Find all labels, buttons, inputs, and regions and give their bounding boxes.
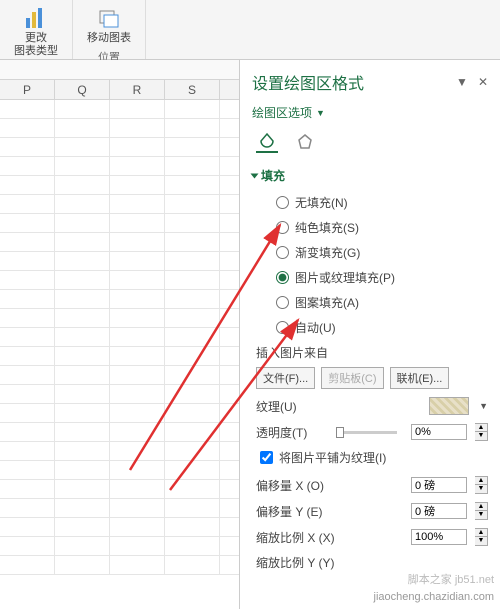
change-chart-type-label: 更改 图表类型 [14, 32, 58, 58]
texture-dropdown-caret[interactable]: ▼ [479, 401, 488, 411]
radio-pattern-fill[interactable]: 图案填充(A) [276, 294, 488, 311]
transparency-input[interactable] [411, 424, 467, 440]
scale-x-label: 缩放比例 X (X) [256, 529, 346, 546]
ribbon-group-type: 更改 图表类型 类型 [0, 0, 73, 59]
watermark-text-1: 脚本之家 jb51.net [408, 571, 494, 587]
panel-title-row: 设置绘图区格式 ▼ ✕ [252, 70, 488, 94]
section-fill-label: 填充 [261, 167, 285, 184]
change-chart-type-button[interactable]: 更改 图表类型 [4, 2, 68, 62]
move-chart-button[interactable]: 移动图表 [77, 2, 141, 49]
transparency-slider[interactable] [336, 431, 397, 434]
main-area: P Q R S [0, 60, 500, 609]
column-headers: P Q R S [0, 80, 239, 100]
offset-x-spinner[interactable]: ▲▼ [475, 476, 488, 494]
col-header[interactable]: P [0, 80, 55, 99]
texture-swatch[interactable] [429, 397, 469, 415]
panel-title: 设置绘图区格式 [252, 70, 364, 94]
online-button[interactable]: 联机(E)... [390, 367, 450, 389]
section-fill-header[interactable]: 填充 [252, 167, 488, 184]
panel-tabs [252, 131, 488, 153]
file-button[interactable]: 文件(F)... [256, 367, 315, 389]
clipboard-button[interactable]: 剪贴板(C) [321, 367, 383, 389]
radio-solid-fill[interactable]: 纯色填充(S) [276, 219, 488, 236]
col-header[interactable]: Q [55, 80, 110, 99]
tab-effects[interactable] [294, 131, 316, 153]
move-chart-icon [97, 6, 121, 30]
offset-y-label: 偏移量 Y (E) [256, 503, 346, 520]
watermark-text-2: jiaocheng.chazidian.com [374, 591, 494, 603]
radio-no-fill[interactable]: 无填充(N) [276, 194, 488, 211]
spreadsheet[interactable]: P Q R S [0, 60, 240, 609]
ribbon: 更改 图表类型 类型 移动图表 位置 [0, 0, 500, 60]
insert-from-label: 插入图片来自 [256, 344, 488, 361]
transparency-spinner[interactable]: ▲▼ [475, 423, 488, 441]
tile-checkbox[interactable]: 将图片平铺为纹理(I) [260, 449, 488, 466]
scale-x-input[interactable] [411, 529, 467, 545]
transparency-label: 透明度(T) [256, 424, 328, 441]
chevron-down-icon: ▼ [316, 108, 325, 118]
radio-auto-fill[interactable]: 自动(U) [276, 319, 488, 336]
chart-type-icon [24, 6, 48, 30]
offset-x-input[interactable] [411, 477, 467, 493]
scale-y-label: 缩放比例 Y (Y) [256, 554, 346, 571]
panel-close-icon[interactable]: ✕ [478, 75, 488, 89]
offset-y-input[interactable] [411, 503, 467, 519]
fill-radios: 无填充(N) 纯色填充(S) 渐变填充(G) 图片或纹理填充(P) 图案填充(A… [252, 194, 488, 336]
move-chart-label: 移动图表 [87, 32, 131, 45]
tab-fill-line[interactable] [256, 131, 278, 153]
ribbon-group-location: 移动图表 位置 [73, 0, 146, 59]
expand-triangle-icon [251, 173, 259, 178]
texture-label: 纹理(U) [256, 398, 328, 415]
scale-x-spinner[interactable]: ▲▼ [475, 528, 488, 546]
radio-picture-fill[interactable]: 图片或纹理填充(P) [276, 269, 488, 286]
col-header[interactable]: S [165, 80, 220, 99]
format-plot-area-panel: 设置绘图区格式 ▼ ✕ 绘图区选项 ▼ 填充 无填充(N) 纯色填充(S) 渐 [240, 60, 500, 609]
radio-gradient-fill[interactable]: 渐变填充(G) [276, 244, 488, 261]
col-header[interactable]: R [110, 80, 165, 99]
grid-rows [0, 100, 239, 575]
offset-x-label: 偏移量 X (O) [256, 477, 346, 494]
offset-y-spinner[interactable]: ▲▼ [475, 502, 488, 520]
panel-dropdown-icon[interactable]: ▼ [456, 75, 468, 89]
panel-subtitle[interactable]: 绘图区选项 ▼ [252, 104, 488, 121]
